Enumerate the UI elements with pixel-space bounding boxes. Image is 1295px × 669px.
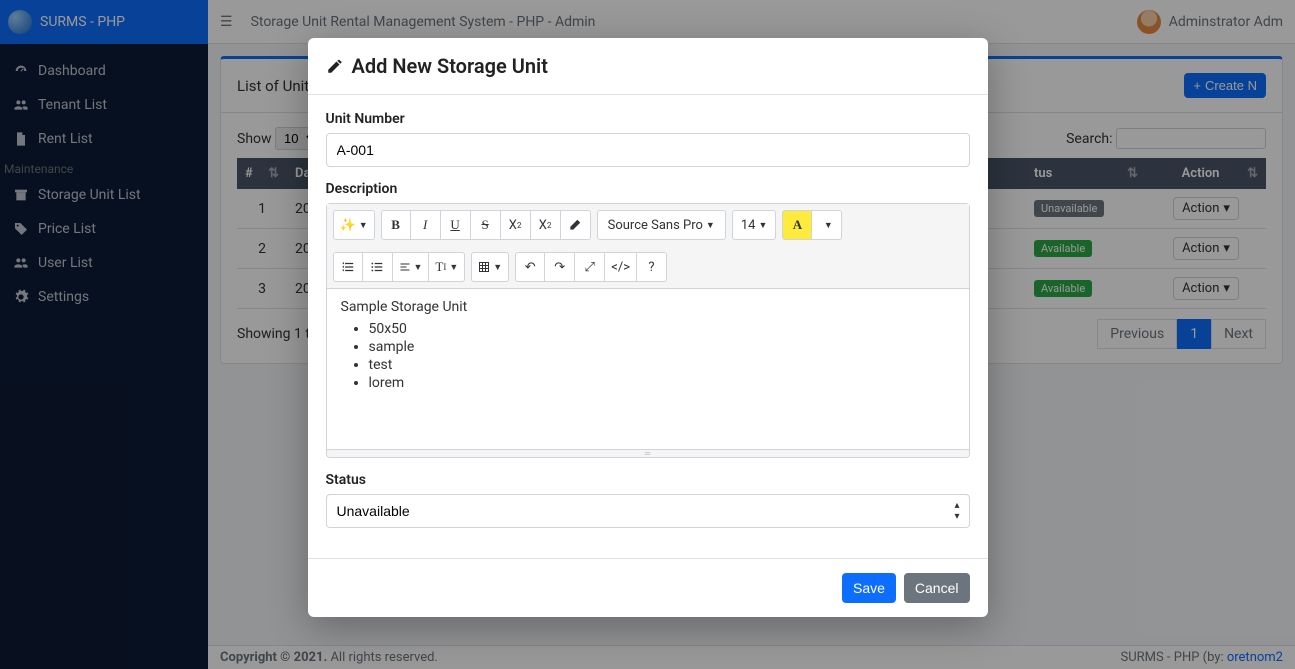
chevron-down-icon: ▼: [449, 262, 458, 272]
editor-style-button[interactable]: ✨▼: [333, 210, 375, 240]
editor-font-color-button[interactable]: A: [782, 210, 812, 240]
editor-fullscreen-button[interactable]: ⤢: [575, 252, 605, 282]
unit-number-label: Unit Number: [326, 111, 970, 127]
chevron-down-icon: ▼: [359, 220, 368, 231]
status-select[interactable]: Unavailable: [326, 494, 970, 528]
editor-bullet: test: [369, 357, 955, 373]
editor-table-button[interactable]: ▼: [471, 252, 509, 282]
editor-help-button[interactable]: ?: [637, 252, 667, 282]
editor-font-family-button[interactable]: Source Sans Pro▼: [597, 210, 726, 240]
editor-eraser-button[interactable]: [561, 210, 591, 240]
editor-paragraph: Sample Storage Unit: [341, 299, 955, 315]
add-storage-unit-modal: Add New Storage Unit Unit Number Descrip…: [308, 38, 988, 617]
editor-align-button[interactable]: ▼: [393, 252, 430, 282]
chevron-down-icon: ▼: [493, 262, 502, 273]
editor-ul-button[interactable]: [363, 252, 393, 282]
editor-subscript-button[interactable]: X2: [531, 210, 561, 240]
editor-undo-button[interactable]: ↶: [515, 252, 545, 282]
chevron-down-icon: ▼: [824, 220, 833, 231]
editor-italic-button[interactable]: I: [411, 210, 441, 240]
description-editor: ✨▼ B I U S X2 X2 Source Sans Pro▼: [326, 203, 970, 458]
editor-font-size-button[interactable]: 14▼: [732, 210, 777, 240]
chevron-down-icon: ▼: [758, 220, 767, 231]
modal-title: Add New Storage Unit: [326, 54, 548, 78]
save-button[interactable]: Save: [842, 573, 896, 603]
chevron-down-icon: ▼: [706, 220, 715, 231]
description-label: Description: [326, 181, 970, 197]
editor-lineheight-button[interactable]: TI▼: [429, 252, 465, 282]
editor-bullet: lorem: [369, 375, 955, 391]
editor-resize-handle[interactable]: ═: [327, 449, 969, 457]
editor-bullet: 50x50: [369, 321, 955, 337]
editor-strike-button[interactable]: S: [471, 210, 501, 240]
editor-content-area[interactable]: Sample Storage Unit 50x50 sample test lorem: [327, 289, 969, 449]
editor-superscript-button[interactable]: X2: [501, 210, 531, 240]
cancel-button[interactable]: Cancel: [904, 573, 970, 603]
editor-toolbar: ✨▼ B I U S X2 X2 Source Sans Pro▼: [327, 204, 969, 289]
editor-codeview-button[interactable]: </>: [605, 252, 637, 282]
edit-icon: [326, 57, 344, 75]
editor-bold-button[interactable]: B: [381, 210, 411, 240]
editor-ol-button[interactable]: [333, 252, 363, 282]
chevron-down-icon: ▼: [414, 262, 423, 273]
unit-number-input[interactable]: [326, 133, 970, 167]
editor-redo-button[interactable]: ↷: [545, 252, 575, 282]
status-label: Status: [326, 472, 970, 488]
editor-underline-button[interactable]: U: [441, 210, 471, 240]
editor-font-color-more-button[interactable]: ▼: [812, 210, 842, 240]
editor-bullet: sample: [369, 339, 955, 355]
